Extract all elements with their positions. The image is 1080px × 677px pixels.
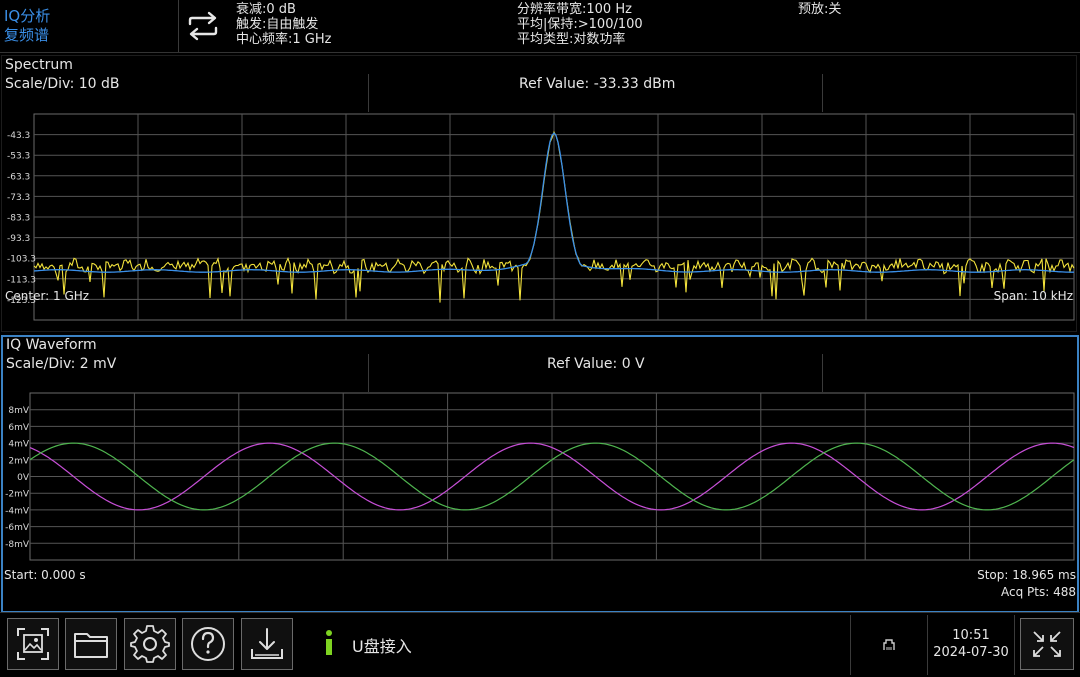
- trigger-info[interactable]: 触发:自由触发: [236, 18, 318, 32]
- mode-subtitle[interactable]: 复频谱: [4, 25, 49, 45]
- y-tick-label: -2mV: [5, 490, 30, 500]
- y-tick-label: 8mV: [8, 406, 29, 416]
- y-axis-ticks: -43.3 -53.3 -63.3 -73.3 -83.3 -93.3 -103.3 -113…: [7, 131, 36, 306]
- mode-title[interactable]: IQ分析: [4, 6, 50, 26]
- info-icon: [322, 629, 336, 659]
- center-freq-info[interactable]: 中心频率:1 GHz: [236, 33, 331, 47]
- y-tick-label: -8mV: [5, 540, 30, 550]
- status-bar: IQ分析 复频谱 衰减:0 dB 触发:自由触发 中心频率:1 GHz 分辨率带…: [0, 0, 1080, 53]
- acq-points-label: Acq Pts: 488: [1001, 585, 1076, 599]
- grid: [29, 392, 1075, 561]
- layout-toggle-button[interactable]: [1020, 618, 1074, 670]
- y-axis-ticks: 8mV 6mV 4mV 2mV 0V -2mV -4mV -6mV -8mV: [5, 406, 30, 550]
- clock[interactable]: 10:51 2024-07-30: [930, 627, 1012, 661]
- download-icon: [251, 628, 283, 659]
- spectrum-plot[interactable]: -43.3 -53.3 -63.3 -73.3 -83.3 -93.3 -103.3 -113…: [2, 56, 1076, 331]
- bottom-toolbar: U盘接入 10:51 2024-07-30: [0, 612, 1080, 677]
- y-tick-label: -43.3: [7, 131, 30, 141]
- folder-icon: [74, 633, 108, 658]
- y-tick-label: -83.3: [7, 214, 30, 224]
- gear-icon: [130, 625, 170, 663]
- time-label: 10:51: [952, 628, 990, 643]
- stop-time-label: Stop: 18.965 ms: [977, 568, 1076, 582]
- y-tick-label: 0V: [17, 473, 30, 483]
- divider: [927, 615, 928, 675]
- rbw-info[interactable]: 分辨率带宽:100 Hz: [517, 3, 632, 17]
- start-time-label: Start: 0.000 s: [4, 568, 86, 582]
- y-tick-label: -113.3: [7, 275, 36, 285]
- file-manager-button[interactable]: [65, 618, 117, 670]
- screenshot-button[interactable]: [7, 618, 59, 670]
- divider: [1014, 615, 1015, 675]
- y-tick-label: 6mV: [8, 423, 29, 433]
- y-tick-label: -103.3: [7, 255, 36, 265]
- preamp-info[interactable]: 预放:关: [798, 3, 841, 17]
- y-tick-label: -4mV: [5, 506, 30, 516]
- y-tick-label: -53.3: [7, 152, 30, 162]
- center-freq-label: Center: 1 GHz: [5, 289, 90, 303]
- status-message: U盘接入: [352, 637, 412, 656]
- settings-button[interactable]: [124, 618, 176, 670]
- help-button[interactable]: [182, 618, 234, 670]
- y-tick-label: -73.3: [7, 193, 30, 203]
- spectrum-panel[interactable]: Spectrum Scale/Div: 10 dB Ref Value: -33…: [1, 55, 1077, 332]
- y-tick-label: 2mV: [8, 456, 29, 466]
- y-tick-label: 4mV: [8, 440, 29, 450]
- span-label: Span: 10 kHz: [993, 289, 1073, 303]
- average-hold-info[interactable]: 平均|保持:>100/100: [517, 18, 643, 32]
- shrink-expand-icon: [1033, 631, 1061, 657]
- save-button[interactable]: [241, 618, 293, 670]
- screenshot-icon: [17, 628, 49, 660]
- trigger-repeat-icon[interactable]: [184, 10, 222, 42]
- attenuation-info[interactable]: 衰减:0 dB: [236, 3, 296, 17]
- help-icon: [191, 627, 225, 661]
- iq-waveform-panel[interactable]: IQ Waveform Scale/Div: 2 mV Ref Value: 0…: [1, 335, 1079, 613]
- y-tick-label: -93.3: [7, 234, 30, 244]
- iq-waveform-plot[interactable]: 8mV 6mV 4mV 2mV 0V -2mV -4mV -6mV -8mV: [3, 337, 1075, 609]
- date-label: 2024-07-30: [933, 645, 1009, 660]
- divider: [178, 0, 179, 52]
- lan-icon: [881, 637, 897, 651]
- y-tick-label: -6mV: [5, 523, 30, 533]
- average-type-info[interactable]: 平均类型:对数功率: [517, 33, 625, 47]
- grid: [33, 113, 1075, 321]
- divider: [850, 615, 851, 675]
- y-tick-label: -63.3: [7, 172, 30, 182]
